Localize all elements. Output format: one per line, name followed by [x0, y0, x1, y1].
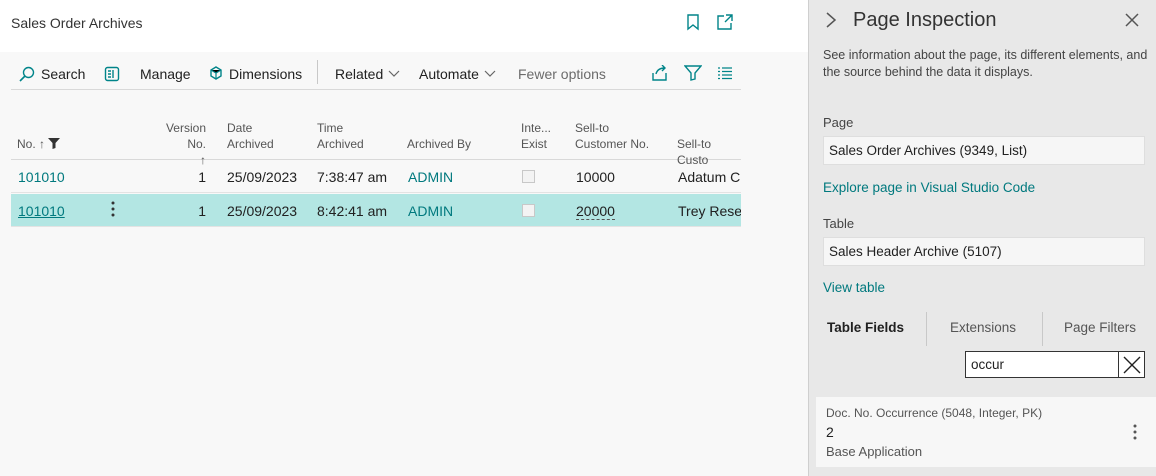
related-menu[interactable]: Related	[335, 64, 400, 84]
edit-list-button[interactable]	[104, 64, 126, 84]
row-customer-name: Adatum C	[678, 169, 741, 185]
view-table-link[interactable]: View table	[823, 280, 885, 295]
table-label: Table	[823, 216, 855, 231]
filter-icon[interactable]	[684, 64, 702, 82]
archives-grid: No. ↑ Version No. ↑ Date Archived Time A…	[11, 110, 741, 228]
explore-vscode-link[interactable]: Explore page in Visual Studio Code	[823, 180, 1035, 195]
more-options-icon[interactable]	[1133, 424, 1137, 444]
search-action[interactable]: Search	[19, 64, 85, 84]
row-no[interactable]: 101010	[18, 169, 65, 185]
page-label: Page	[823, 115, 854, 130]
fewer-options-label: Fewer options	[518, 66, 606, 82]
row-no[interactable]: 101010	[18, 203, 65, 219]
row-time-archived: 7:38:47 am	[317, 169, 388, 185]
search-label: Search	[41, 66, 86, 82]
table-value: Sales Header Archive (5107)	[823, 237, 1145, 266]
chevron-right-icon[interactable]	[823, 11, 839, 29]
grid-header: No. ↑ Version No. ↑ Date Archived Time A…	[11, 110, 741, 167]
fewer-options-button[interactable]: Fewer options	[518, 64, 606, 84]
bookmark-icon[interactable]	[684, 13, 702, 31]
close-icon[interactable]	[1123, 11, 1141, 29]
share-icon[interactable]	[651, 64, 669, 82]
chevron-down-icon	[484, 70, 496, 78]
edit-list-icon	[104, 66, 120, 82]
filter-icon	[48, 137, 61, 153]
tab-divider	[1042, 312, 1043, 346]
tab-page-filters[interactable]: Page Filters	[1064, 320, 1136, 335]
row-date-archived: 25/09/2023	[227, 169, 298, 185]
open-new-window-icon[interactable]	[716, 13, 734, 31]
row-interaction-exist-checkbox	[522, 170, 535, 183]
row-customer-name: Trey Resea	[678, 203, 741, 219]
field-name: Doc. No. Occurrence (5048, Integer, PK)	[826, 406, 1043, 420]
row-interaction-exist-checkbox	[522, 204, 535, 217]
row-version: 1	[198, 203, 206, 219]
tab-table-fields[interactable]: Table Fields	[827, 320, 904, 335]
dimensions-label: Dimensions	[229, 66, 303, 82]
search-icon	[19, 66, 35, 82]
panel-description: See information about the page, its diff…	[823, 48, 1148, 79]
dimensions-icon	[209, 66, 223, 82]
action-bar: Search Manage Dimensions Related Automat…	[11, 58, 741, 90]
automate-label: Automate	[419, 66, 479, 82]
list-view-icon[interactable]	[716, 64, 734, 82]
page-value: Sales Order Archives (9349, List)	[823, 136, 1145, 165]
dimensions-action[interactable]: Dimensions	[209, 64, 302, 84]
col-interaction-exist-header[interactable]: Inte... Exist	[521, 120, 551, 152]
automate-menu[interactable]: Automate	[419, 64, 496, 84]
field-value: 2	[826, 424, 834, 440]
list-page: Sales Order Archives Search Manage Dimen…	[0, 0, 808, 476]
manage-menu[interactable]: Manage	[140, 64, 191, 84]
panel-title: Page Inspection	[853, 9, 997, 31]
manage-label: Manage	[140, 66, 191, 82]
row-version: 1	[198, 169, 206, 185]
chevron-down-icon	[388, 70, 400, 78]
table-row-selected[interactable]: 101010 1 25/09/2023 8:42:41 am ADMIN 200…	[11, 194, 741, 227]
row-time-archived: 8:42:41 am	[317, 203, 388, 219]
tab-divider	[926, 312, 927, 346]
col-archived-by-header[interactable]: Archived By	[407, 136, 471, 152]
title-bar: Sales Order Archives	[0, 0, 808, 52]
field-search-box	[965, 351, 1145, 378]
toolbar-divider	[317, 60, 318, 84]
field-source: Base Application	[826, 444, 923, 459]
col-sell-to-customer-no-header[interactable]: Sell-to Customer No.	[575, 120, 649, 152]
page-title: Sales Order Archives	[11, 15, 143, 31]
related-label: Related	[335, 66, 384, 82]
col-date-archived-header[interactable]: Date Archived	[227, 120, 274, 152]
inspection-tabs: Table Fields Extensions Page Filters	[809, 312, 1156, 346]
table-row[interactable]: 101010 1 25/09/2023 7:38:47 am ADMIN 100…	[11, 160, 741, 193]
row-date-archived: 25/09/2023	[227, 203, 298, 219]
row-actions-icon[interactable]	[111, 201, 115, 220]
col-time-archived-header[interactable]: Time Archived	[317, 120, 364, 152]
row-archived-by[interactable]: ADMIN	[408, 203, 453, 219]
field-search-input[interactable]	[966, 352, 1119, 377]
row-customer-no: 10000	[576, 169, 615, 185]
col-no-header[interactable]: No. ↑	[17, 136, 61, 153]
page-inspection-panel: Page Inspection See information about th…	[808, 0, 1156, 476]
tab-extensions[interactable]: Extensions	[950, 320, 1016, 335]
row-archived-by[interactable]: ADMIN	[408, 169, 453, 185]
field-card[interactable]: Doc. No. Occurrence (5048, Integer, PK) …	[816, 397, 1156, 467]
clear-search-icon[interactable]	[1118, 352, 1144, 377]
row-customer-no[interactable]: 20000	[576, 203, 615, 220]
